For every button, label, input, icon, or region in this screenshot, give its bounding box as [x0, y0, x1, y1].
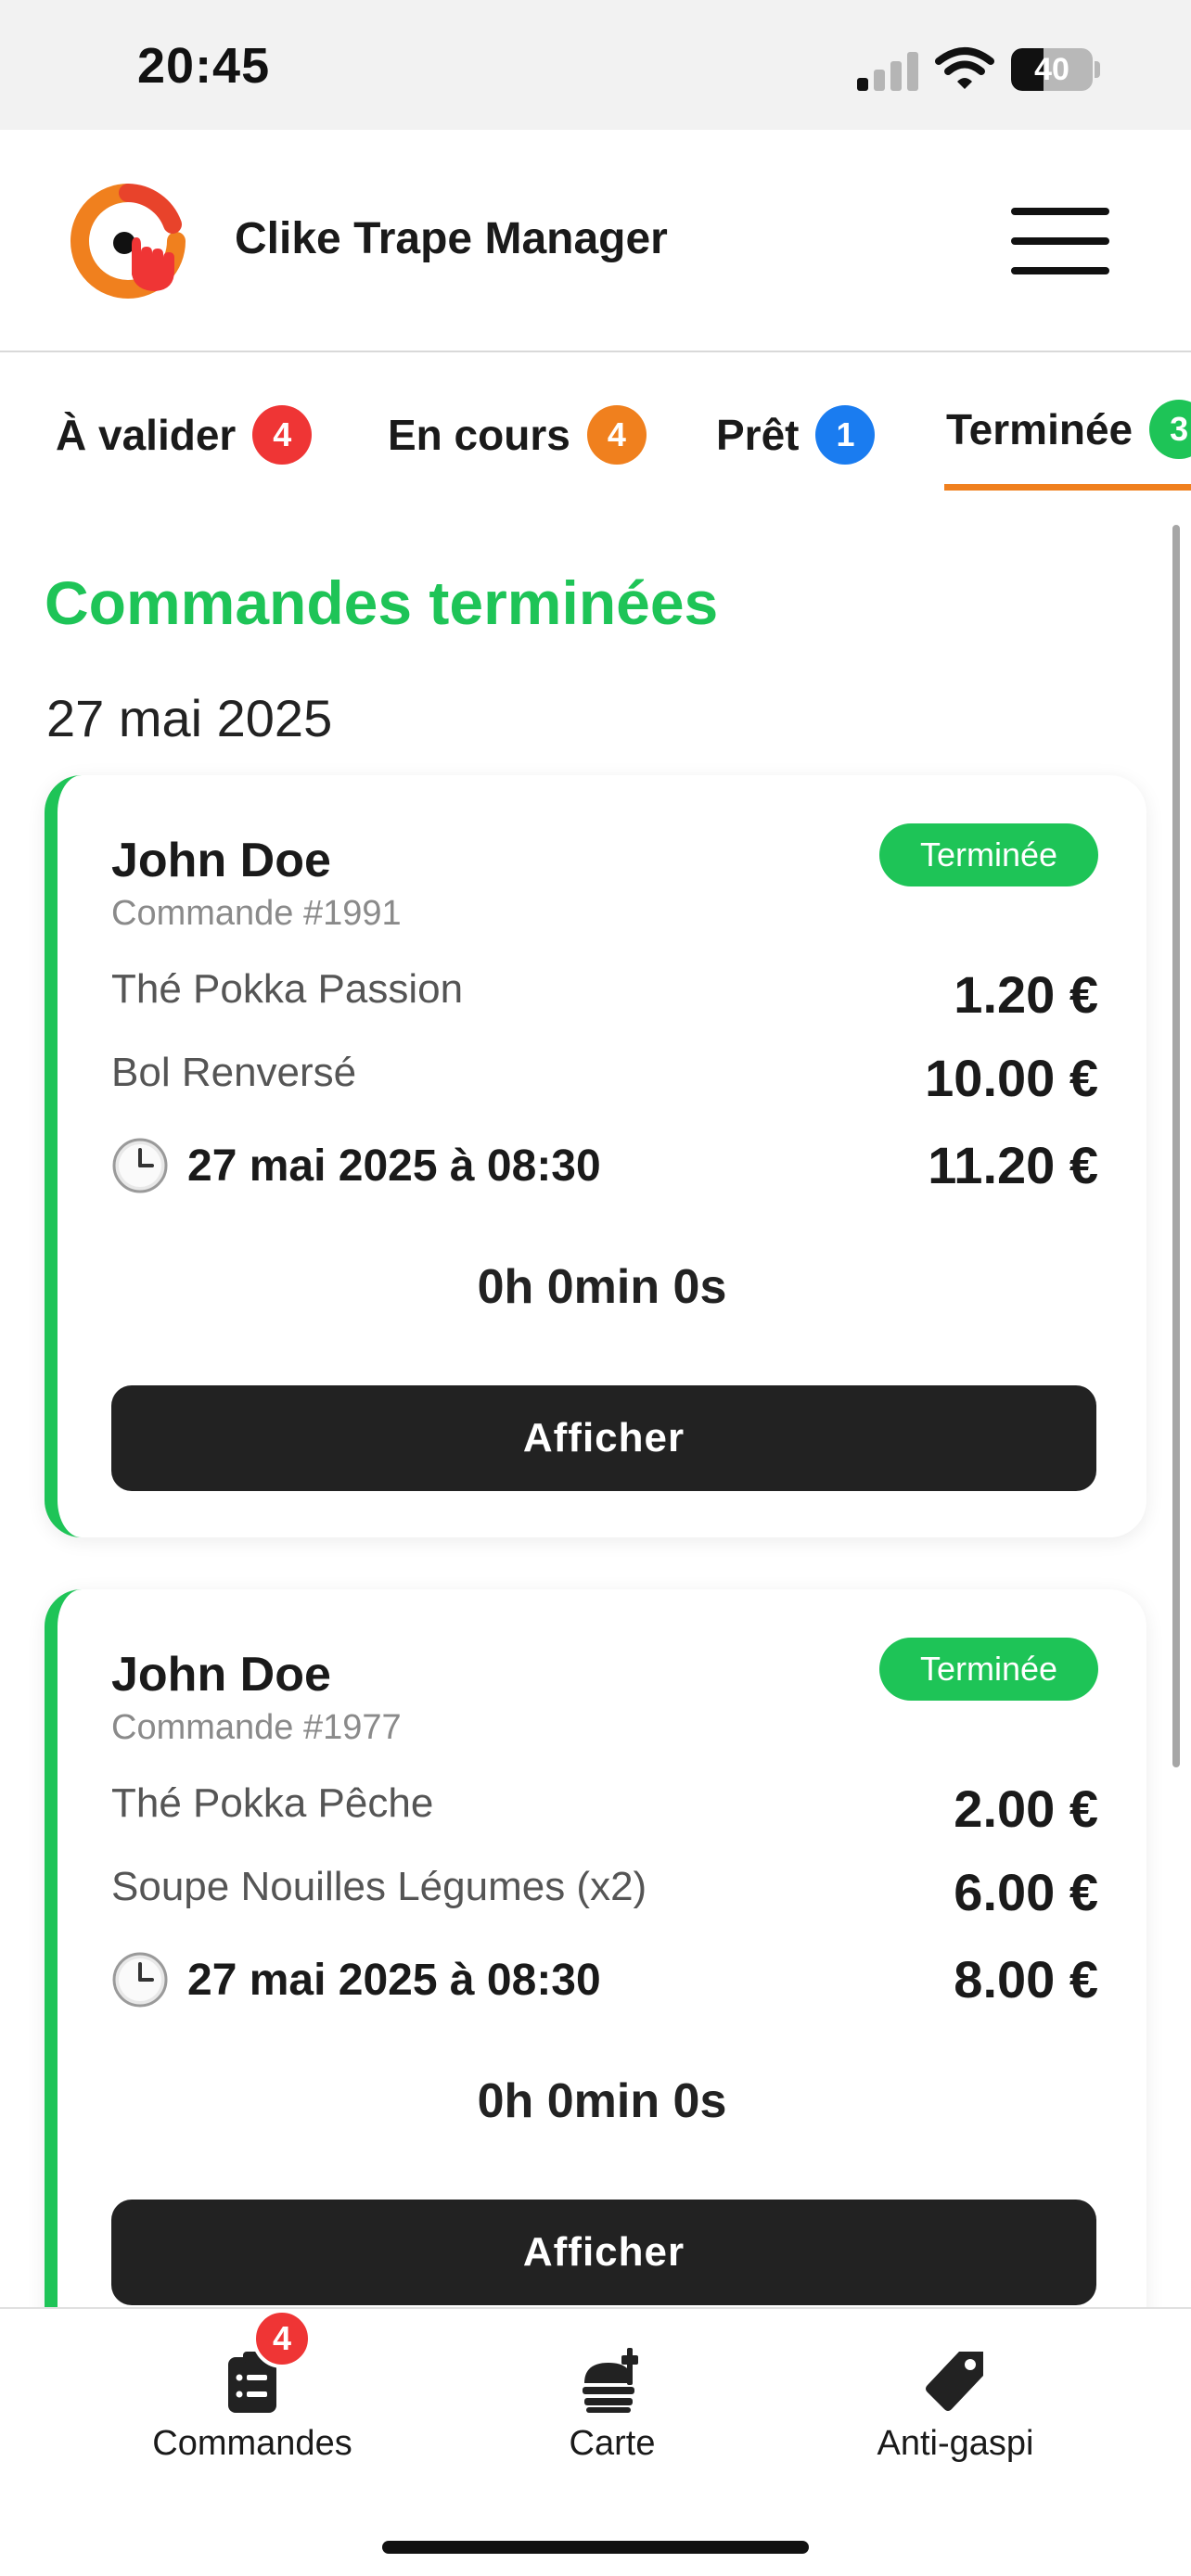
- tag-icon: [926, 2352, 983, 2411]
- tab-terminee[interactable]: Terminée 3: [946, 397, 1191, 462]
- item-price: 2.00 €: [954, 1779, 1098, 1838]
- tab-label: Terminée: [946, 405, 1133, 453]
- customer-name: John Doe: [111, 834, 331, 887]
- bottom-navigation: 4 Commandes Carte Anti-gaspi: [0, 2307, 1191, 2576]
- active-tab-indicator: [944, 484, 1191, 491]
- date-heading: 27 mai 2025: [46, 689, 333, 747]
- item-price: 6.00 €: [954, 1863, 1098, 1921]
- app-logo-icon: [70, 184, 186, 299]
- app-title: Clike Trape Manager: [235, 214, 668, 263]
- tab-pret[interactable]: Prêt 1: [716, 402, 876, 467]
- nav-item-carte[interactable]: Carte: [473, 2309, 751, 2522]
- item-name: Bol Renversé: [111, 1050, 357, 1095]
- tab-label: À valider: [56, 411, 237, 459]
- tab-count-badge: 4: [586, 405, 647, 465]
- tab-count-badge: 4: [252, 405, 313, 465]
- scrollbar[interactable]: [1172, 525, 1180, 1767]
- order-card: John Doe Commande #1977 Terminée Thé Pok…: [45, 1589, 1146, 2352]
- menu-food-icon: [583, 2348, 638, 2413]
- nav-label: Anti-gaspi: [877, 2424, 1034, 2463]
- app-header: Clike Trape Manager: [0, 130, 1191, 352]
- elapsed-time: 0h 0min 0s: [477, 1260, 727, 1314]
- item-price: 10.00 €: [925, 1049, 1098, 1107]
- home-indicator[interactable]: [382, 2541, 809, 2554]
- status-badge: Terminée: [879, 1638, 1098, 1701]
- item-name: Thé Pokka Passion: [111, 966, 464, 1012]
- order-total: 8.00 €: [954, 1950, 1098, 2009]
- status-tabs: À valider 4 En cours 4 Prêt 1 Terminée 3: [0, 354, 1191, 491]
- tab-count-badge: 1: [815, 405, 876, 465]
- nav-count-badge: 4: [252, 2309, 312, 2368]
- status-bar: 20:45 40: [0, 0, 1191, 130]
- hamburger-menu-button[interactable]: [1011, 206, 1109, 276]
- cellular-signal-icon: [857, 52, 918, 91]
- order-datetime-text: 27 mai 2025 à 08:30: [187, 1955, 601, 2005]
- customer-name: John Doe: [111, 1648, 331, 1702]
- order-number: Commande #1977: [111, 1708, 402, 1747]
- wifi-icon: [935, 47, 994, 89]
- view-order-button[interactable]: Afficher: [111, 1385, 1096, 1491]
- clock-icon: [112, 1952, 168, 2008]
- nav-label: Carte: [569, 2424, 656, 2463]
- item-name: Soupe Nouilles Légumes (x2): [111, 1864, 647, 1909]
- status-badge: Terminée: [879, 823, 1098, 886]
- order-datetime: 27 mai 2025 à 08:30: [111, 1135, 601, 1196]
- clock-icon: [112, 1138, 168, 1193]
- nav-label: Commandes: [152, 2424, 352, 2463]
- order-card: John Doe Commande #1991 Terminée Thé Pok…: [45, 775, 1146, 1537]
- page-title: Commandes terminées: [45, 568, 719, 637]
- order-datetime: 27 mai 2025 à 08:30: [111, 1949, 601, 2010]
- tab-count-badge: 3: [1149, 400, 1191, 459]
- tab-en-cours[interactable]: En cours 4: [388, 402, 647, 467]
- order-total: 11.20 €: [928, 1136, 1098, 1194]
- nav-item-anti-gaspi[interactable]: Anti-gaspi: [816, 2309, 1095, 2522]
- status-time: 20:45: [137, 38, 271, 94]
- battery-icon: 40: [1011, 48, 1100, 91]
- battery-level: 40: [1034, 52, 1069, 87]
- tab-a-valider[interactable]: À valider 4: [56, 402, 313, 467]
- item-price: 1.20 €: [954, 965, 1098, 1024]
- item-name: Thé Pokka Pêche: [111, 1780, 434, 1826]
- order-number: Commande #1991: [111, 894, 402, 933]
- tab-label: Prêt: [716, 411, 800, 459]
- elapsed-time: 0h 0min 0s: [477, 2074, 727, 2128]
- nav-item-commandes[interactable]: 4 Commandes: [113, 2309, 391, 2522]
- order-datetime-text: 27 mai 2025 à 08:30: [187, 1141, 601, 1191]
- tab-label: En cours: [388, 411, 570, 459]
- view-order-button[interactable]: Afficher: [111, 2200, 1096, 2305]
